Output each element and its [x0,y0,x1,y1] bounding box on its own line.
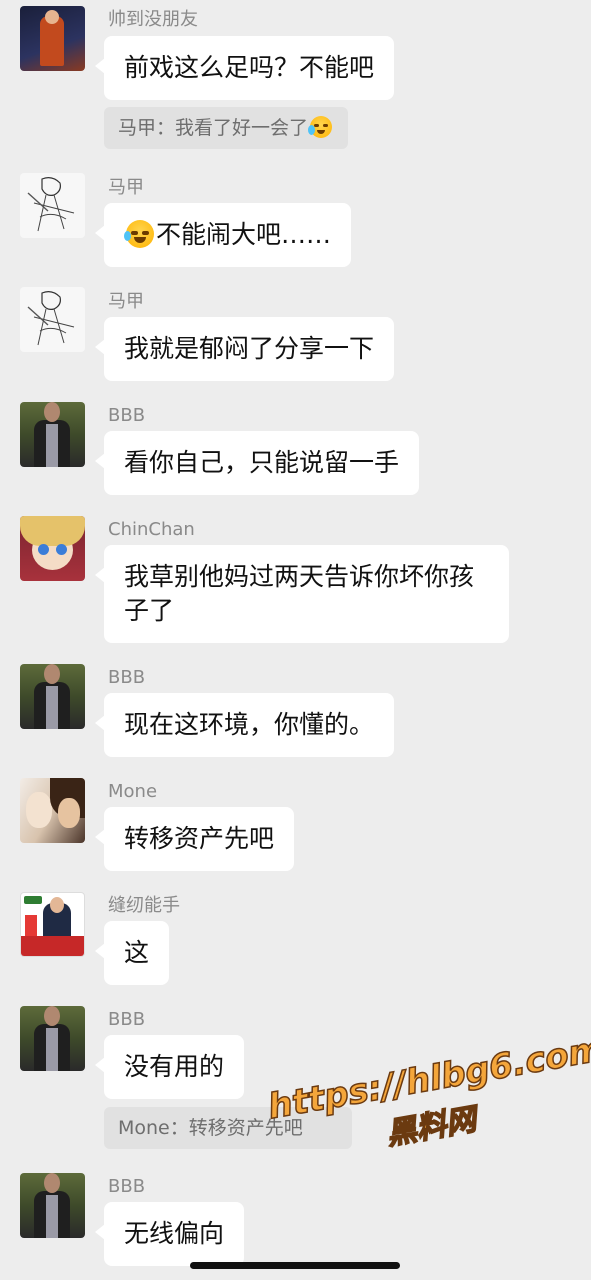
message-bubble[interactable]: 前戏这么足吗？不能吧 [94,36,395,100]
sender-name: BBB [108,1176,146,1197]
home-indicator[interactable] [190,1262,400,1269]
message-bubble[interactable]: 看你自己，只能说留一手 [94,431,420,495]
avatar[interactable] [20,664,85,729]
sender-name: 缝纫能手 [108,895,180,916]
sender-name: BBB [108,667,146,688]
quote-text: 马甲：我看了好一会了 [118,117,309,139]
sender-name: ChinChan [108,519,195,540]
message-bubble[interactable]: 我草别他妈过两天告诉你坏你孩子了 [95,545,509,643]
message-bubble[interactable]: 转移资产先吧 [94,807,295,871]
quoted-message[interactable]: 马甲：我看了好一会了 [104,107,349,149]
avatar[interactable] [20,1006,85,1071]
message-text: 不能闹大吧…… [156,220,332,249]
avatar[interactable] [20,516,85,581]
sender-name: BBB [108,1009,146,1030]
avatar[interactable] [20,402,85,467]
avatar[interactable] [20,287,85,352]
sender-name: 马甲 [108,177,144,198]
laughing-crying-emoji-icon [124,220,154,248]
message-bubble[interactable]: 这 [94,921,170,985]
avatar[interactable] [20,892,85,957]
site-watermark: https://hlbg6.com 黑料网 [264,1028,591,1187]
laughing-crying-emoji-icon [308,116,333,138]
message-bubble[interactable]: 不能闹大吧…… [94,203,352,267]
sender-name: 马甲 [108,291,144,312]
sender-name: BBB [108,405,146,426]
message-bubble[interactable]: 我就是郁闷了分享一下 [94,317,395,381]
avatar[interactable] [20,1173,85,1238]
sender-name: Mone [108,781,158,802]
message-bubble[interactable]: 现在这环境，你懂的。 [94,693,395,757]
message-bubble[interactable]: 没有用的 [94,1035,245,1099]
sender-name: 帅到没朋友 [108,9,198,30]
avatar[interactable] [20,778,85,843]
message-bubble[interactable]: 无线偏向 [94,1202,245,1266]
avatar[interactable] [20,6,85,71]
avatar[interactable] [20,173,85,238]
